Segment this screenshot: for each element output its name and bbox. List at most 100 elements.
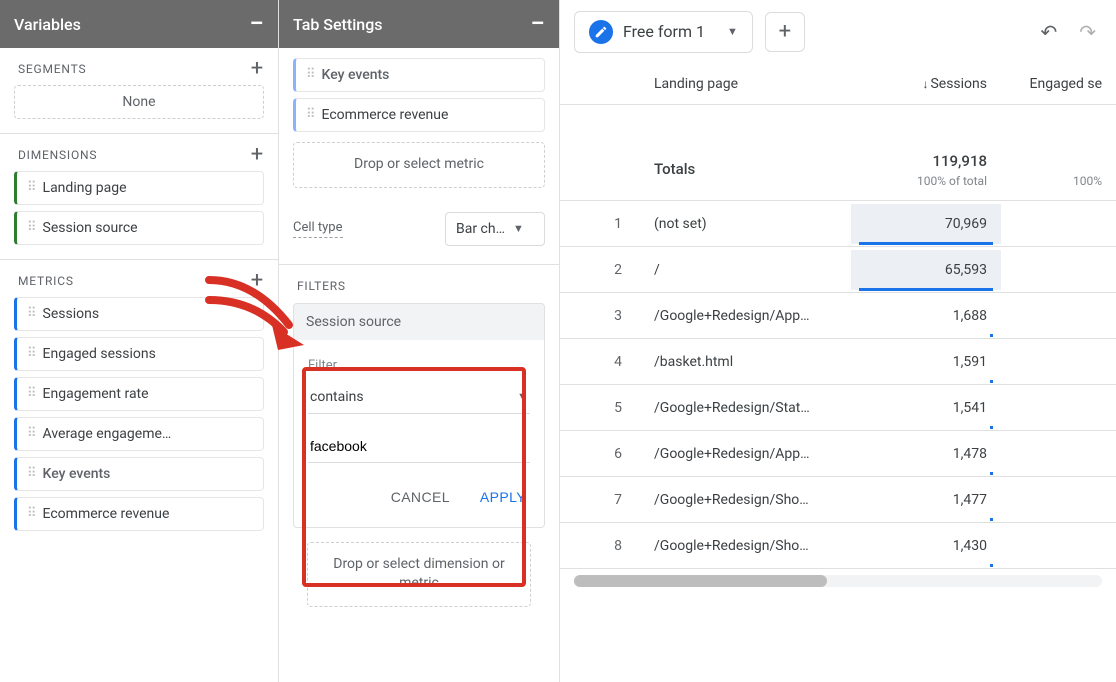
sort-down-icon: ↓ (922, 77, 928, 91)
add-segment-icon[interactable]: + (251, 56, 264, 81)
filter-condition-select[interactable]: contains ▼ (308, 383, 530, 414)
apply-button[interactable]: APPLY (476, 483, 530, 511)
variables-panel: Variables − SEGMENTS + None DIMENSIONS +… (0, 0, 279, 682)
variables-title: Variables (14, 15, 81, 34)
add-metric-icon[interactable]: + (251, 268, 264, 293)
grip-icon: ⠿ (27, 389, 35, 399)
tab-free-form[interactable]: Free form 1 ▼ (574, 11, 753, 53)
chevron-down-icon: ▼ (513, 222, 524, 235)
row-index: 8 (560, 538, 640, 554)
redo-icon[interactable]: ↷ (1079, 20, 1096, 44)
column-sessions[interactable]: ↓Sessions (851, 64, 1001, 104)
filter-label: Filter (308, 358, 530, 373)
row-value: 1,430 (851, 526, 1001, 566)
drop-filter-zone[interactable]: Drop or select dimension or metric (307, 542, 531, 607)
minimize-icon[interactable]: − (530, 11, 545, 37)
filters-section: FILTERS (279, 265, 559, 297)
row-engaged (1001, 304, 1116, 328)
values-metric-chip[interactable]: ⠿Ecommerce revenue (293, 98, 545, 132)
table-row[interactable]: 7 /Google+Redesign/Sho… 1,477 (560, 477, 1116, 523)
row-index: 6 (560, 446, 640, 462)
metric-chip[interactable]: ⠿Average engageme… (14, 417, 264, 451)
chip-label: Sessions (43, 306, 100, 322)
tab-settings-panel: Tab Settings − ⠿Key events⠿Ecommerce rev… (279, 0, 560, 682)
cancel-button[interactable]: CANCEL (387, 483, 454, 511)
row-index: 4 (560, 354, 640, 370)
cell-type-select[interactable]: Bar ch… ▼ (445, 212, 545, 246)
dimensions-label: DIMENSIONS (18, 148, 97, 162)
table-row[interactable]: 4 /basket.html 1,591 (560, 339, 1116, 385)
table-row[interactable]: 5 /Google+Redesign/Stat… 1,541 (560, 385, 1116, 431)
row-index: 1 (560, 216, 640, 232)
minimize-icon[interactable]: − (249, 11, 264, 37)
undo-icon[interactable]: ↶ (1040, 20, 1057, 44)
row-index: 7 (560, 492, 640, 508)
scrollbar-thumb[interactable] (574, 575, 827, 587)
horizontal-scrollbar[interactable] (574, 575, 1102, 587)
row-dimension: /basket.html (640, 342, 851, 382)
chip-label: Landing page (43, 180, 127, 196)
segments-label: SEGMENTS (18, 62, 86, 76)
main-canvas: Free form 1 ▼ + ↶ ↷ Landing page ↓Sessio… (560, 0, 1116, 682)
row-dimension: /Google+Redesign/Stat… (640, 388, 851, 428)
row-value: 1,688 (851, 296, 1001, 336)
totals-engaged-percent: 100% (1073, 174, 1102, 188)
filter-card: Session source Filter contains ▼ CANCEL … (293, 303, 545, 528)
segments-none[interactable]: None (14, 85, 264, 119)
row-index: 5 (560, 400, 640, 416)
grip-icon: ⠿ (27, 429, 35, 439)
row-engaged (1001, 534, 1116, 558)
metric-chip[interactable]: ⠿ Ecommerce revenue (14, 497, 264, 531)
row-value: 1,591 (851, 342, 1001, 382)
row-value: 65,593 (851, 250, 1001, 290)
row-value: 1,478 (851, 434, 1001, 474)
dimension-chip[interactable]: ⠿ Landing page (14, 171, 264, 205)
dimension-chip[interactable]: ⠿ Session source (14, 211, 264, 245)
tab-label: Free form 1 (623, 22, 705, 41)
filter-condition-value: contains (310, 389, 364, 405)
grip-icon: ⠿ (27, 223, 35, 233)
grip-icon: ⠿ (27, 183, 35, 193)
segments-section: SEGMENTS + (0, 48, 278, 85)
cell-type-value: Bar ch… (456, 221, 505, 237)
row-engaged (1001, 258, 1116, 282)
row-dimension: /Google+Redesign/Sho… (640, 526, 851, 566)
drop-metric-zone[interactable]: Drop or select metric (293, 142, 545, 188)
chip-label: Key events (43, 466, 111, 482)
metric-chip[interactable]: ⠿Sessions (14, 297, 264, 331)
chip-label: Ecommerce revenue (43, 506, 170, 522)
table-row[interactable]: 8 /Google+Redesign/Sho… 1,430 (560, 523, 1116, 569)
values-metric-chip[interactable]: ⠿Key events (293, 58, 545, 92)
metrics-section: METRICS + (0, 260, 278, 297)
add-dimension-icon[interactable]: + (251, 142, 264, 167)
grip-icon: ⠿ (306, 70, 314, 80)
table-row[interactable]: 3 /Google+Redesign/App… 1,688 (560, 293, 1116, 339)
grip-icon: ⠿ (27, 509, 35, 519)
table-row[interactable]: 6 /Google+Redesign/App… 1,478 (560, 431, 1116, 477)
cell-type-row: Cell type Bar ch… ▼ (279, 198, 559, 246)
table-row[interactable]: 1 (not set) 70,969 (560, 201, 1116, 247)
edit-icon (589, 20, 613, 44)
row-dimension: (not set) (640, 204, 851, 244)
metric-chip[interactable]: ⠿Engagement rate (14, 377, 264, 411)
variables-header: Variables − (0, 0, 278, 48)
column-dimension[interactable]: Landing page (640, 64, 851, 104)
metric-chip[interactable]: ⠿Engaged sessions (14, 337, 264, 371)
filter-field-header[interactable]: Session source (294, 304, 544, 340)
row-dimension: / (640, 250, 851, 290)
row-engaged (1001, 488, 1116, 512)
grip-icon: ⠿ (27, 469, 35, 479)
dimensions-section: DIMENSIONS + (0, 134, 278, 171)
row-index: 3 (560, 308, 640, 324)
metric-chip[interactable]: ⠿ Key events (14, 457, 264, 491)
filter-expression-input[interactable] (308, 432, 530, 463)
chip-label: Session source (43, 220, 138, 236)
add-tab-button[interactable]: + (765, 12, 805, 52)
column-engaged[interactable]: Engaged se (1001, 64, 1116, 104)
row-value: 1,541 (851, 388, 1001, 428)
totals-row: Totals 119,918 100% of total 100% (560, 105, 1116, 201)
cell-type-label: Cell type (293, 220, 343, 238)
chevron-down-icon: ▼ (727, 25, 738, 38)
row-engaged (1001, 396, 1116, 420)
table-row[interactable]: 2 / 65,593 (560, 247, 1116, 293)
